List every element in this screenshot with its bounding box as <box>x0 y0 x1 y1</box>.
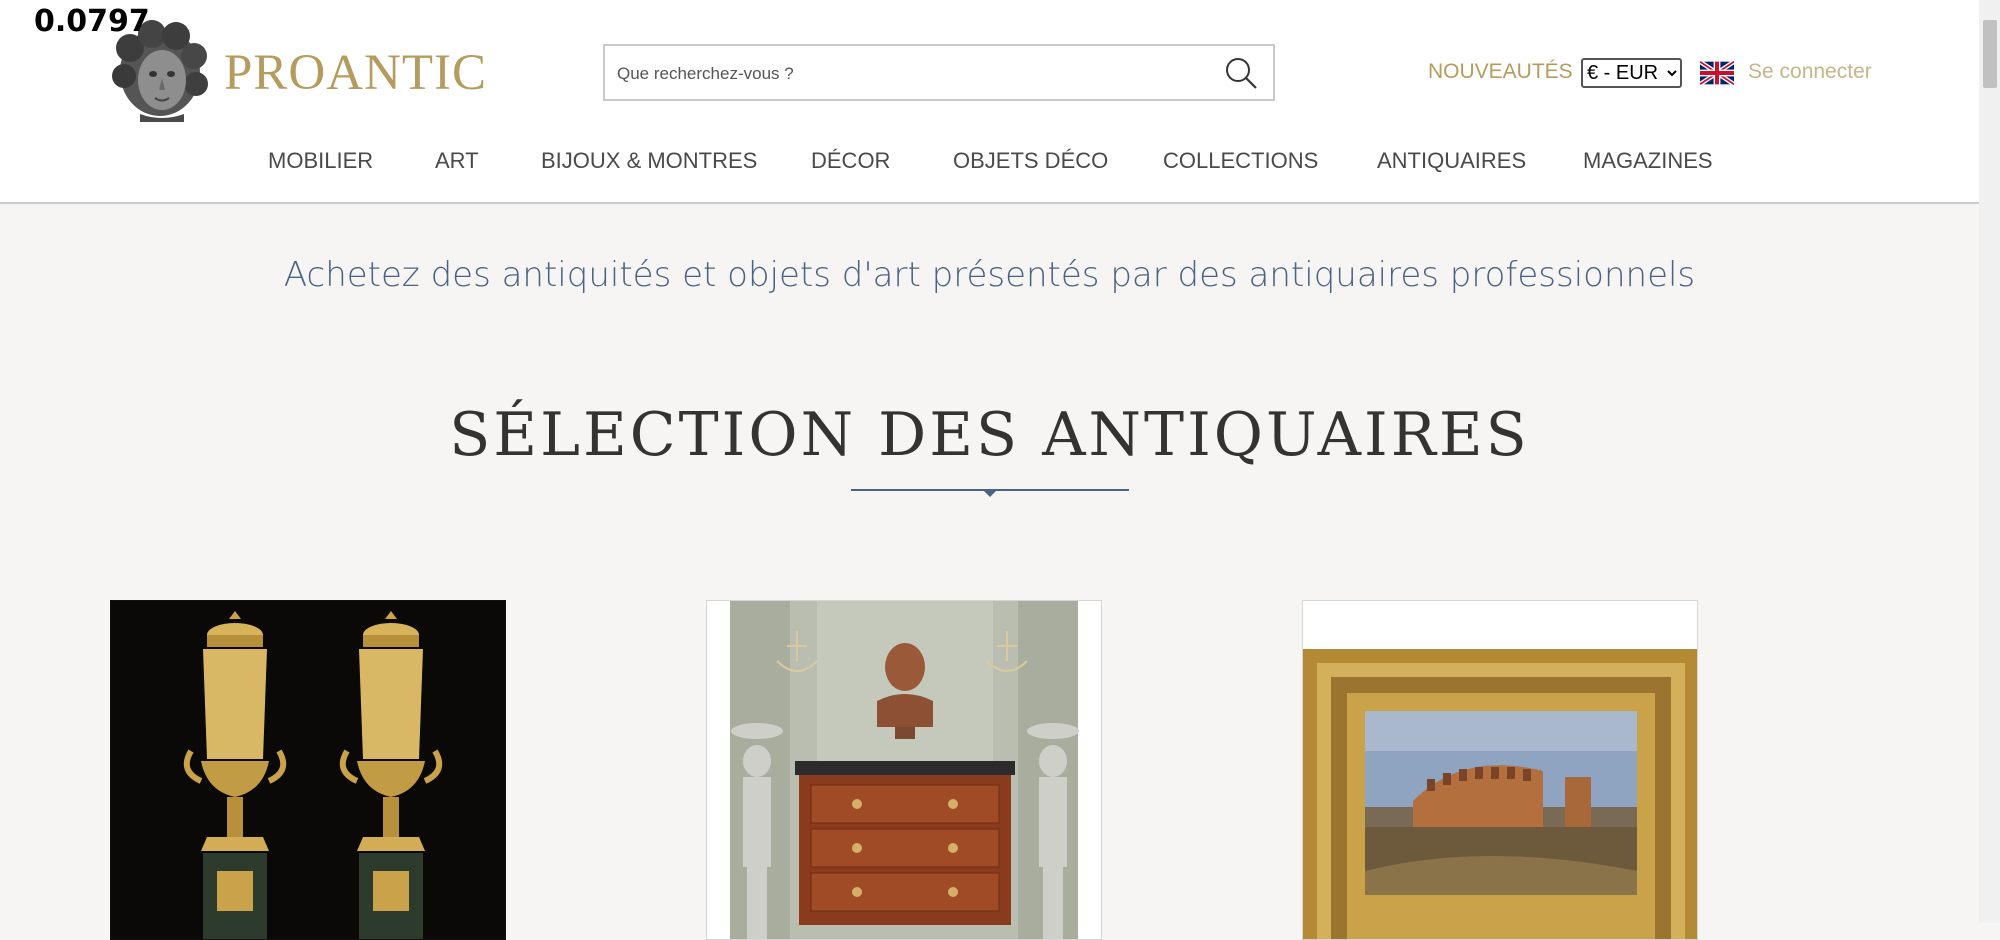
nouveautes-link[interactable]: NOUVEAUTÉS <box>1428 60 1573 84</box>
colosseum-painting-image <box>1303 601 1697 939</box>
nav-item-decor[interactable]: DÉCOR <box>811 148 890 174</box>
main-nav: MOBILIER ART BIJOUX & MONTRES DÉCOR OBJE… <box>0 148 1979 178</box>
scrollbar[interactable] <box>1979 0 2000 923</box>
nav-item-bijoux-montres[interactable]: BIJOUX & MONTRES <box>541 148 757 174</box>
login-link[interactable]: Se connecter <box>1748 60 1872 84</box>
product-card-3[interactable] <box>1302 600 1698 940</box>
gilt-bronze-urns-image <box>111 601 505 939</box>
nav-item-mobilier[interactable]: MOBILIER <box>268 148 373 174</box>
commode-with-bust-image <box>707 601 1101 939</box>
search-input[interactable] <box>615 56 1199 92</box>
logo-text[interactable]: PROANTIC <box>224 44 487 102</box>
scrollbar-thumb[interactable] <box>1983 20 1997 88</box>
search-icon[interactable] <box>1223 55 1259 91</box>
product-card-2[interactable] <box>706 600 1102 940</box>
uk-flag-icon[interactable] <box>1700 60 1734 86</box>
site-header: PROANTIC NOUVEAUTÉS € - EUR Se connecter… <box>0 0 1979 204</box>
product-card-1[interactable] <box>110 600 506 940</box>
tagline: Achetez des antiquités et objets d'art p… <box>283 255 1696 295</box>
nav-item-art[interactable]: ART <box>435 148 479 174</box>
overlay-value: 0.0797 <box>34 4 150 39</box>
nav-item-collections[interactable]: COLLECTIONS <box>1163 148 1318 174</box>
search-box <box>603 44 1275 101</box>
nav-item-objets-deco[interactable]: OBJETS DÉCO <box>953 148 1108 174</box>
currency-select[interactable]: € - EUR <box>1581 58 1682 88</box>
nav-item-magazines[interactable]: MAGAZINES <box>1583 148 1713 174</box>
title-divider <box>851 489 1129 497</box>
nav-item-antiquaires[interactable]: ANTIQUAIRES <box>1377 148 1526 174</box>
section-title: SÉLECTION DES ANTIQUAIRES <box>449 400 1530 470</box>
